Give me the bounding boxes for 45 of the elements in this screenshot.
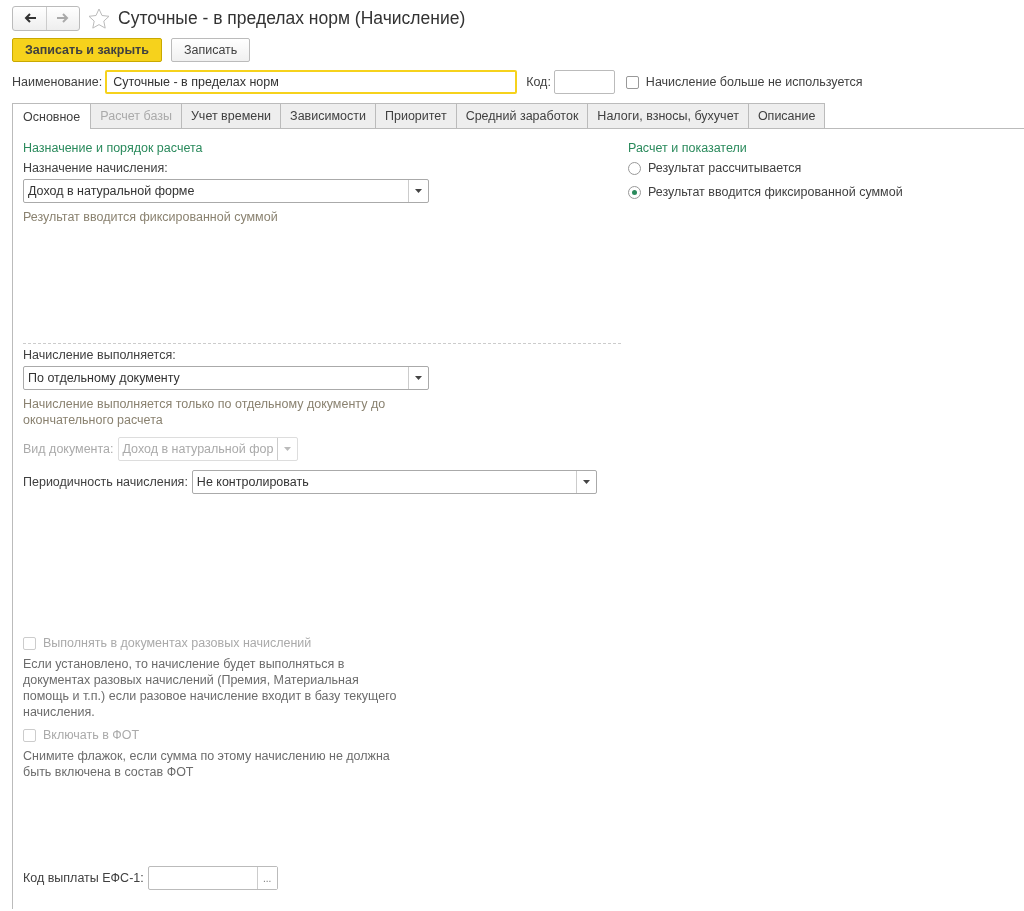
tab[interactable]: Зависимости [281, 103, 376, 128]
checkbox[interactable] [625, 75, 639, 89]
radio-button[interactable] [628, 185, 641, 199]
name-label: Наименование: [12, 75, 103, 89]
field-label: Код выплаты ЕФС-1: [23, 871, 144, 885]
checkbox-label: Включать в ФОТ [43, 728, 140, 742]
field-label: Периодичность начисления: [23, 475, 188, 489]
tab[interactable]: Приоритет [375, 103, 457, 128]
radio-label: Результат рассчитывается [648, 161, 802, 175]
caret-icon [582, 480, 590, 484]
field-label: Начисление выполняется: [23, 348, 177, 363]
section-title: Назначение и порядок расчета [23, 141, 204, 157]
caret-icon [283, 447, 291, 451]
purpose-dropdown[interactable]: Доход в натуральной форме [23, 179, 429, 203]
hint-text: Результат вводится фиксированной суммой [23, 209, 279, 225]
hint-text: Если установлено, то начисление будет выполняться в документах разовых начислений (Премия, Материальная помощь и т.п.) если разовое начисление входит в базу текущего начисления. [23, 656, 398, 720]
tab[interactable]: Учет времени [181, 103, 282, 128]
star-icon[interactable] [88, 7, 110, 29]
tab[interactable]: Описание [748, 103, 826, 128]
hint-text: Начисление выполняется только по отдельному документу до окончательного расчета [23, 396, 387, 428]
periodicity-dropdown[interactable]: Не контролировать [191, 470, 597, 494]
code-label: Код: [526, 75, 551, 89]
execution-dropdown[interactable]: По отдельному документу [23, 366, 429, 390]
select-button[interactable]: ... [256, 867, 277, 889]
field-label: Назначение начисления: [23, 161, 169, 176]
code-field[interactable] [553, 70, 615, 94]
checkbox-label: Начисление больше не используется [645, 75, 863, 89]
field-label: Вид документа: [23, 442, 114, 456]
section-title: Расчет и показатели [628, 141, 748, 157]
caret-icon [415, 376, 422, 380]
hint-text: Снимите флажок, если сумма по этому начислению не должна быть включена в состав ФОТ [23, 748, 391, 780]
radio-button[interactable] [628, 161, 641, 175]
efs-code-field[interactable]: ... [147, 866, 278, 890]
tab[interactable]: Средний заработок [456, 103, 589, 128]
save-button[interactable]: Записать [170, 38, 251, 62]
radio-label: Результат вводится фиксированной суммой [648, 185, 903, 199]
checkbox-label: Выполнять в документах разовых начислений [43, 636, 312, 650]
left-arrow-icon [22, 11, 37, 25]
window-title: Суточные - в пределах норм (Начисление) [118, 7, 466, 29]
right-arrow-icon [56, 11, 70, 25]
tab[interactable]: Налоги, взносы, бухучет [588, 103, 749, 128]
tab[interactable]: Основное [12, 103, 92, 129]
save-and-close-button[interactable]: Записать и закрыть [12, 38, 162, 62]
name-field[interactable]: Суточные - в пределах норм [105, 70, 518, 94]
caret-icon [415, 189, 422, 193]
